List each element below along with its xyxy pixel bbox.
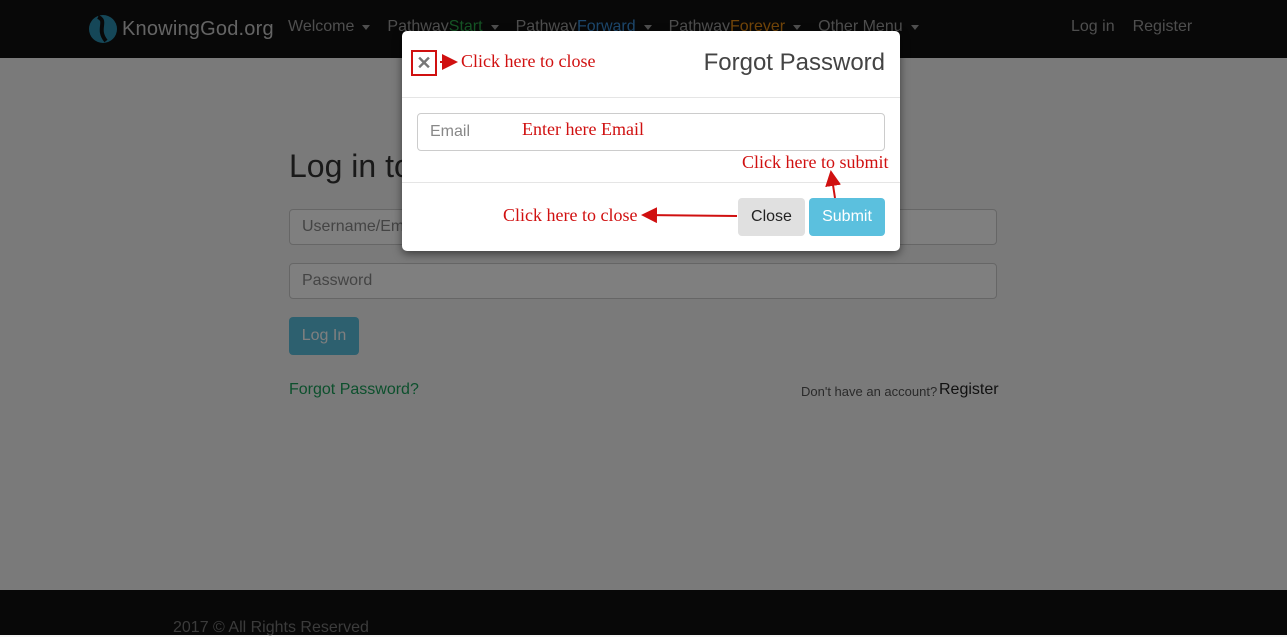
close-button[interactable]: Close <box>738 198 805 236</box>
submit-button[interactable]: Submit <box>809 198 885 236</box>
annotation-submit: Click here to submit <box>742 152 889 172</box>
annotation-enter-email: Enter here Email <box>522 119 644 139</box>
email-input[interactable] <box>417 113 885 151</box>
annotation-close-bottom: Click here to close <box>503 205 638 225</box>
annotation-close-top: Click here to close <box>461 51 596 71</box>
close-icon[interactable]: ✕ <box>411 50 437 76</box>
modal-title: Forgot Password <box>703 49 885 76</box>
